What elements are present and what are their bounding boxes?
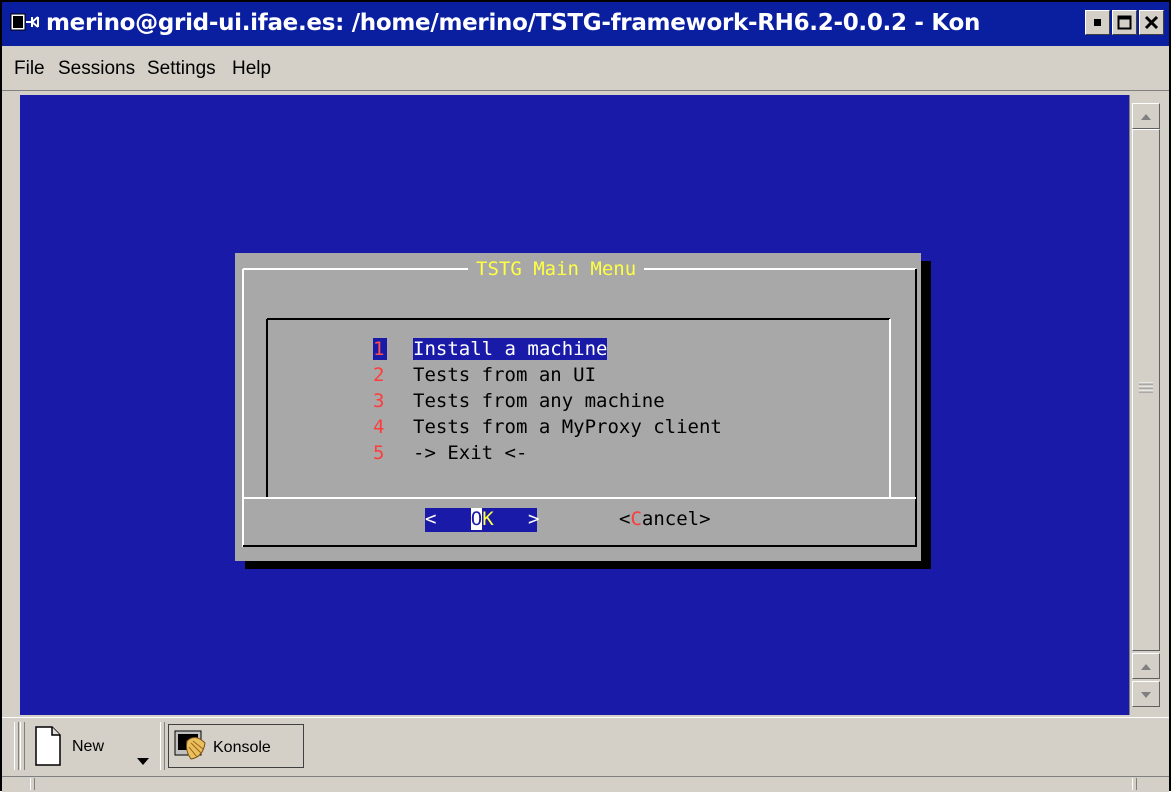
menu-item-label: Tests from any machine [413, 390, 665, 412]
close-icon [1144, 15, 1159, 30]
menu-item-label: Tests from a MyProxy client [413, 416, 722, 438]
new-session-button[interactable]: New [32, 721, 157, 771]
ok-button[interactable]: < OK > [425, 508, 540, 532]
ok-label-rest: K [482, 508, 494, 530]
session-tab-konsole[interactable]: Konsole [168, 724, 304, 768]
dropdown-arrow-icon[interactable] [136, 757, 150, 767]
menu-settings[interactable]: Settings [147, 58, 216, 80]
toolbar-grip[interactable] [14, 722, 19, 770]
cancel-label-rest: ancel [641, 508, 700, 530]
konsole-shell-icon [174, 730, 206, 760]
menu-help[interactable]: Help [232, 58, 271, 80]
menu-item-tests-myproxy[interactable]: 4 Tests from a MyProxy client [373, 416, 722, 440]
scroll-up-button-top[interactable] [1132, 103, 1160, 129]
menu-item-number: 5 [373, 442, 385, 464]
cancel-button[interactable]: <Cancel> [619, 508, 711, 530]
cancel-hotkey: C [630, 508, 642, 530]
menu-item-number: 2 [373, 364, 385, 386]
scroll-down-button[interactable] [1132, 681, 1160, 707]
minimize-icon [1094, 19, 1101, 26]
grip-icon [1139, 382, 1153, 393]
new-document-icon [35, 726, 61, 766]
dialog-title: TSTG Main Menu [468, 258, 645, 280]
cancel-bracket-left: < [619, 508, 631, 530]
maximize-button[interactable] [1112, 10, 1137, 35]
menu-item-label: -> Exit <- [413, 442, 528, 464]
menu-item-label: Install a machine [413, 338, 608, 360]
menu-item-tests-ui[interactable]: 2 Tests from an UI [373, 364, 596, 388]
ok-bracket-right: > [528, 508, 540, 530]
status-bar [2, 776, 1169, 792]
menu-item-number: 1 [373, 338, 387, 360]
close-button[interactable] [1139, 10, 1164, 35]
menu-item-install[interactable]: 1 Install a machine [373, 338, 608, 362]
scroll-up-button[interactable] [1132, 653, 1160, 679]
scrollbar-thumb[interactable] [1132, 129, 1160, 651]
session-tab-bar: New Konsole [2, 717, 1169, 776]
menu-file[interactable]: File [14, 58, 45, 80]
vertical-scrollbar[interactable] [1129, 95, 1164, 715]
terminal-area[interactable]: TSTG Main Menu 1 Install a machine 2 Tes… [20, 95, 1129, 715]
scroll-down-icon [1141, 692, 1151, 698]
title-bar[interactable]: merino@grid-ui.ifae.es: /home/merino/TST… [2, 2, 1169, 46]
statusbar-separator [30, 778, 35, 790]
minimize-button[interactable] [1085, 10, 1110, 35]
konsole-window: merino@grid-ui.ifae.es: /home/merino/TST… [0, 0, 1171, 792]
tstg-main-menu-dialog: TSTG Main Menu 1 Install a machine 2 Tes… [235, 253, 921, 561]
menu-item-number: 3 [373, 390, 385, 412]
menu-item-number: 4 [373, 416, 385, 438]
menu-item-label: Tests from an UI [413, 364, 597, 386]
ok-bracket-left: < [425, 508, 437, 530]
window-menu-icon[interactable] [10, 13, 40, 33]
window-title: merino@grid-ui.ifae.es: /home/merino/TST… [46, 10, 981, 36]
scroll-up-icon [1141, 664, 1151, 670]
toolbar-separator [160, 722, 165, 770]
ok-hotkey: O [470, 508, 483, 530]
statusbar-separator [1132, 778, 1137, 790]
menu-bar: File Sessions Settings Help [2, 46, 1169, 91]
toolbar-grip[interactable] [20, 722, 25, 770]
maximize-icon [1117, 15, 1132, 30]
menu-sessions[interactable]: Sessions [58, 58, 135, 80]
menu-item-tests-any[interactable]: 3 Tests from any machine [373, 390, 665, 414]
new-session-label: New [72, 738, 105, 755]
menu-item-exit[interactable]: 5 -> Exit <- [373, 442, 527, 466]
konsole-tab-label: Konsole [213, 739, 271, 756]
scroll-up-icon [1141, 114, 1151, 120]
cancel-bracket-right: > [699, 508, 711, 530]
